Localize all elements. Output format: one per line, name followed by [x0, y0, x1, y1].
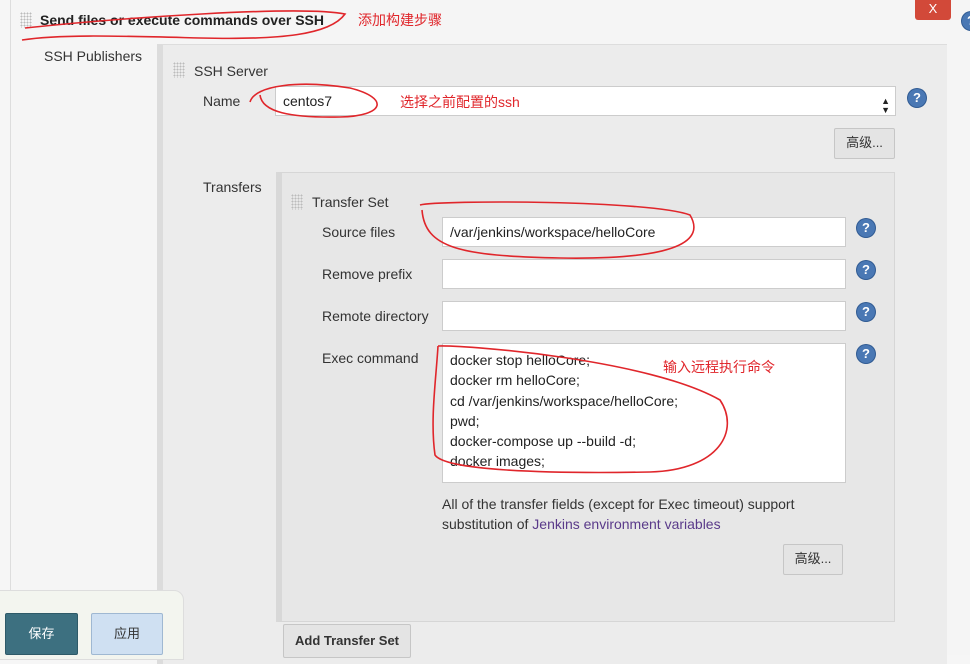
annotation-circle-source	[419, 201, 695, 259]
annotation-circle-name	[249, 83, 378, 118]
annotation-circle-exec	[432, 345, 729, 474]
annotation-marks	[21, 10, 729, 474]
annotation-circle-title	[21, 10, 347, 41]
